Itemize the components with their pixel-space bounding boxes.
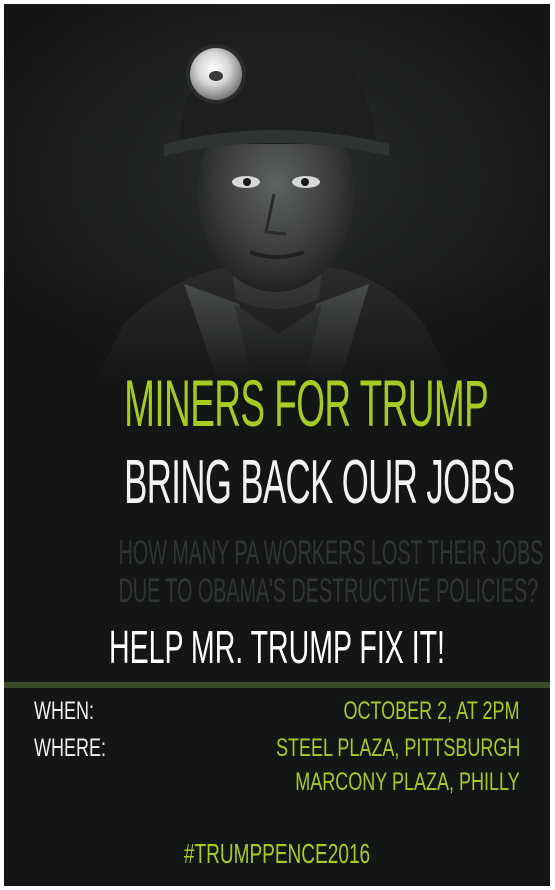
when-value: OCTOBER 2, AT 2PM [343, 697, 520, 725]
where-value-philly: MARCONY PLAZA, PHILLY [295, 768, 520, 796]
subheadline: BRING BACK OUR JOBS [124, 448, 515, 517]
call-to-action: HELP MR. TRUMP FIX IT! [109, 621, 445, 673]
faded-question-line-2: DUE TO OBAMA'S DESTRUCTIVE POLICIES? [118, 572, 539, 610]
hashtag: #TRUMPPENCE2016 [183, 838, 371, 869]
divider [4, 682, 550, 688]
where-value-pittsburgh: STEEL PLAZA, PITTSBURGH [275, 734, 520, 762]
faded-question-line-1: HOW MANY PA WORKERS LOST THEIR JOBS [118, 534, 544, 572]
where-label: WHERE: [34, 734, 106, 762]
headline: MINERS FOR TRUMP [124, 366, 489, 440]
when-label: WHEN: [34, 697, 94, 725]
miner-photo [4, 4, 550, 384]
poster: MINERS FOR TRUMP BRING BACK OUR JOBS HOW… [4, 4, 550, 886]
